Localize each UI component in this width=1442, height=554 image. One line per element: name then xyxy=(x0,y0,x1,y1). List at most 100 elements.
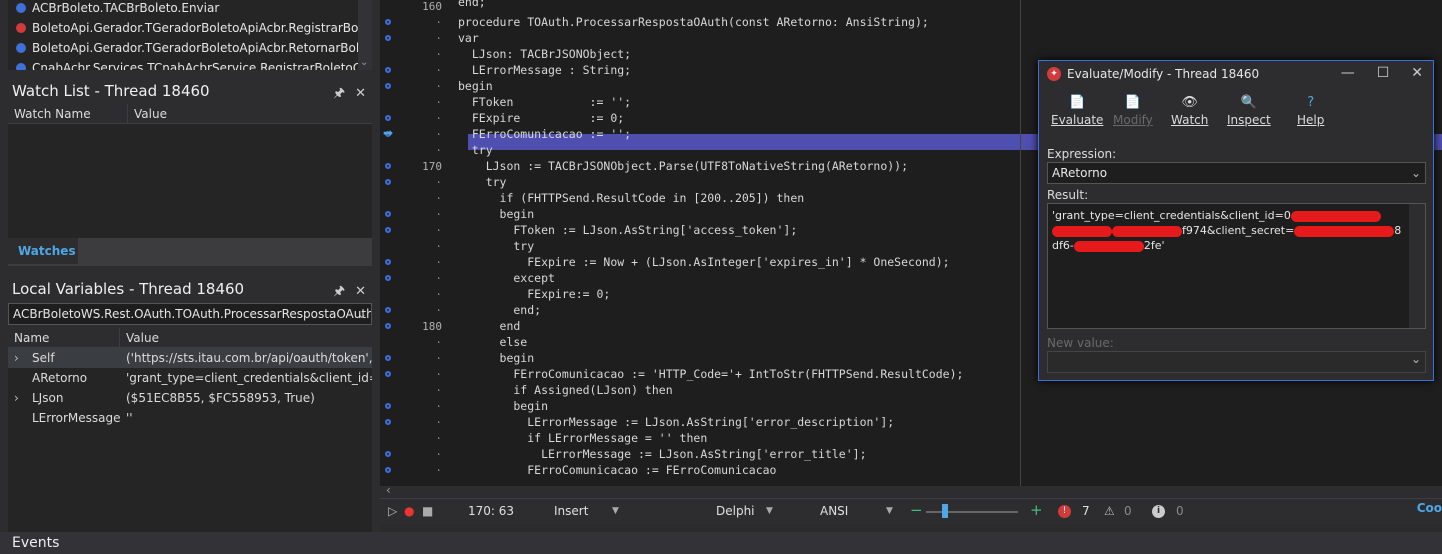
chevron-down-icon[interactable]: ⌄ xyxy=(1411,352,1421,366)
info-icon[interactable]: i xyxy=(1152,505,1165,518)
column-header-value[interactable]: Value xyxy=(120,328,372,347)
code-line[interactable]: FExpire := 0; xyxy=(458,110,624,126)
minimize-icon[interactable]: — xyxy=(1341,65,1355,81)
code-line[interactable]: LErrorMessage := LJson.AsString['error_t… xyxy=(458,446,866,462)
maximize-icon[interactable]: ☐ xyxy=(1377,65,1390,81)
chevron-down-icon[interactable]: ⌄ xyxy=(357,304,367,324)
chevron-down-icon[interactable]: ⌄ xyxy=(360,57,368,68)
debug-point-icon[interactable] xyxy=(385,419,391,425)
table-row[interactable]: › LJson ($51EC8B55, $FC558953, True) xyxy=(8,388,372,408)
chevron-down-icon[interactable]: ▼ xyxy=(766,506,773,516)
call-stack-list[interactable]: ACBrBoleto.TACBrBoleto.Enviar BoletoApi.… xyxy=(8,0,372,70)
debug-point-icon[interactable] xyxy=(385,163,391,169)
events-panel-header[interactable]: Events xyxy=(0,532,1442,554)
code-line[interactable]: FToken := ''; xyxy=(458,94,631,110)
debug-point-icon[interactable] xyxy=(385,259,391,265)
code-line[interactable]: begin xyxy=(458,350,535,366)
chevron-down-icon[interactable]: ▼ xyxy=(886,506,893,516)
chevron-down-icon[interactable]: ▼ xyxy=(612,506,619,516)
call-stack-item[interactable]: BoletoApi.Gerador.TGeradorBoletoApiAcbr.… xyxy=(8,20,372,40)
pin-icon[interactable]: 🖈 xyxy=(333,86,345,101)
code-line[interactable]: try xyxy=(458,174,507,190)
debug-point-icon[interactable] xyxy=(385,275,391,281)
debug-point-icon[interactable] xyxy=(385,323,391,329)
code-line[interactable]: LErrorMessage := LJson.AsString['error_d… xyxy=(458,414,894,430)
column-header-value[interactable]: Value xyxy=(128,104,372,123)
close-icon[interactable]: ✕ xyxy=(355,284,366,299)
right-panel-tab[interactable]: Coo xyxy=(1417,501,1442,515)
table-row[interactable]: LErrorMessage '' xyxy=(8,408,372,428)
close-icon[interactable]: ✕ xyxy=(355,86,366,101)
column-header-watch-name[interactable]: Watch Name xyxy=(8,104,128,123)
tab-watches[interactable]: Watches xyxy=(8,238,78,264)
call-stack-item[interactable]: CnabAcbr.Services.TCnabAcbrService.Regis… xyxy=(8,60,372,70)
play-icon[interactable]: ▷ xyxy=(388,504,397,518)
chevron-right-icon[interactable]: › xyxy=(14,348,19,368)
language-select[interactable]: Delphi xyxy=(716,504,755,518)
debug-point-icon[interactable] xyxy=(385,355,391,361)
debug-point-icon[interactable] xyxy=(385,227,391,233)
code-line[interactable]: end; xyxy=(458,0,486,10)
locals-scope-select[interactable]: ACBrBoletoWS.Rest.OAuth.TOAuth.Processar… xyxy=(8,303,372,325)
record-icon[interactable]: ● xyxy=(404,504,414,518)
code-line[interactable]: try xyxy=(458,142,493,158)
code-line[interactable]: end xyxy=(458,318,521,334)
code-line[interactable]: else xyxy=(458,334,528,350)
debug-point-icon[interactable] xyxy=(385,467,391,473)
help-button[interactable]: ? Help xyxy=(1297,95,1324,127)
result-text[interactable]: 'grant_type=client_credentials&client_id… xyxy=(1047,203,1426,329)
close-icon[interactable]: ✕ xyxy=(1411,65,1423,81)
encoding-select[interactable]: ANSI xyxy=(820,504,848,518)
chevron-left-icon[interactable]: ‹ xyxy=(386,483,391,497)
code-line[interactable]: begin xyxy=(458,78,493,94)
debug-point-icon[interactable] xyxy=(385,83,391,89)
code-line[interactable]: try xyxy=(458,238,534,254)
evaluate-button[interactable]: 📄 Evaluate xyxy=(1051,95,1103,127)
watch-list-grid[interactable]: Watch Name Value xyxy=(8,104,372,238)
debug-point-icon[interactable] xyxy=(385,179,391,185)
zoom-slider[interactable] xyxy=(926,511,1018,513)
error-icon[interactable]: ! xyxy=(1058,505,1071,518)
call-stack-scrollbar[interactable]: ⌄ xyxy=(358,0,372,70)
editor-gutter[interactable]: 160 170 180 · · · · · · · · · · · · · · · · · · · · · · · · · · · · · ➡ xyxy=(380,0,446,486)
debug-point-icon[interactable] xyxy=(385,307,391,313)
debug-point-icon[interactable] xyxy=(385,211,391,217)
code-line[interactable]: begin xyxy=(458,398,548,414)
call-stack-item[interactable]: BoletoApi.Gerador.TGeradorBoletoApiAcbr.… xyxy=(8,40,372,60)
watch-button[interactable]: 👁 Watch xyxy=(1171,95,1208,127)
result-scrollbar[interactable] xyxy=(1409,204,1425,328)
code-line[interactable]: if (FHTTPSend.ResultCode in [200..205]) … xyxy=(458,190,805,206)
locals-grid[interactable]: Name Value › Self ('https://sts.itau.com.… xyxy=(8,328,372,532)
debug-point-icon[interactable] xyxy=(385,35,391,41)
horizontal-scrollbar[interactable]: ‹ xyxy=(380,483,1442,498)
code-line[interactable]: LJson := TACBrJSONObject.Parse(UTF8ToNat… xyxy=(458,158,908,174)
warning-icon[interactable]: ⚠ xyxy=(1104,504,1115,518)
debug-point-icon[interactable] xyxy=(385,403,391,409)
code-line[interactable]: FToken := LJson.AsString['access_token']… xyxy=(458,222,797,238)
code-line[interactable]: FExpire:= 0; xyxy=(458,286,610,302)
code-line[interactable]: FErroComunicacao := FErroComunicacao xyxy=(458,462,776,478)
dialog-title-bar[interactable]: ✦ Evaluate/Modify - Thread 18460 — ☐ ✕ xyxy=(1039,61,1433,89)
table-row[interactable]: ARetorno 'grant_type=client_credentials&… xyxy=(8,368,372,388)
insert-mode[interactable]: Insert xyxy=(554,504,588,518)
inspect-button[interactable]: 🔍 Inspect xyxy=(1227,95,1271,127)
code-line[interactable]: begin xyxy=(458,206,535,222)
modify-button[interactable]: 📄 Modify xyxy=(1113,95,1153,127)
code-line[interactable]: if LErrorMessage = '' then xyxy=(458,430,707,446)
new-value-combo[interactable]: ⌄ xyxy=(1047,351,1426,373)
code-line[interactable]: LErrorMessage : String; xyxy=(458,62,631,78)
expression-combo[interactable]: ARetorno ⌄ xyxy=(1047,162,1426,184)
column-header-name[interactable]: Name xyxy=(8,328,120,347)
table-row[interactable]: › Self ('https://sts.itau.com.br/api/oaut… xyxy=(8,348,372,368)
call-stack-item[interactable]: ACBrBoleto.TACBrBoleto.Enviar xyxy=(8,0,372,20)
code-line[interactable]: LJson: TACBrJSONObject; xyxy=(458,46,631,62)
code-line[interactable]: var xyxy=(458,30,479,46)
debug-point-icon[interactable] xyxy=(385,115,391,121)
debug-point-icon[interactable] xyxy=(385,451,391,457)
zoom-slider-thumb[interactable] xyxy=(942,504,948,518)
chevron-down-icon[interactable]: ⌄ xyxy=(1411,163,1421,183)
code-line[interactable]: procedure TOAuth.ProcessarRespostaOAuth(… xyxy=(458,14,929,30)
code-line[interactable]: except xyxy=(458,270,555,286)
zoom-in-icon[interactable]: + xyxy=(1030,501,1043,519)
stop-icon[interactable]: ■ xyxy=(422,504,433,518)
